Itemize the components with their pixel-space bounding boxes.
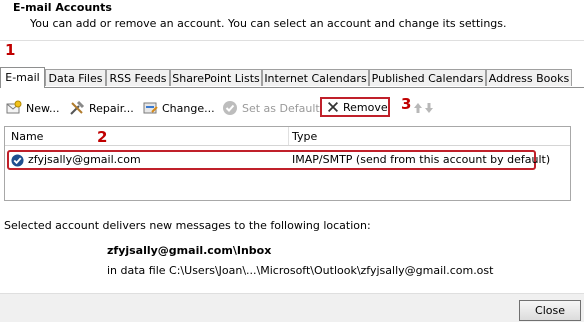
repair-button[interactable]: Repair... [69, 98, 134, 118]
page-title: E-mail Accounts [13, 1, 112, 14]
tab-email[interactable]: E-mail [0, 67, 45, 88]
account-list: Name Type 2 zfyjsally@gmail.com IMAP/SMT… [4, 126, 571, 201]
list-header: Name Type [5, 127, 570, 146]
new-button-label: New... [26, 101, 60, 115]
footer: Close [0, 293, 584, 322]
move-up-arrow-icon[interactable] [413, 102, 423, 114]
header: E-mail Accounts You can add or remove an… [0, 0, 584, 41]
annotation-step-1: 1 [5, 41, 16, 59]
account-type: IMAP/SMTP (send from this account by def… [292, 153, 551, 166]
delivery-label: Selected account delivers new messages t… [4, 219, 371, 232]
tab-address-books[interactable]: Address Books [486, 69, 572, 86]
change-button[interactable]: Change... [142, 98, 215, 118]
page-description: You can add or remove an account. You ca… [30, 17, 507, 30]
tab-internet-calendars[interactable]: Internet Calendars [262, 69, 369, 86]
column-header-type[interactable]: Type [292, 130, 317, 143]
repair-tools-icon [70, 100, 85, 115]
set-as-default-button[interactable]: Set as Default [222, 98, 320, 118]
tab-rss-feeds[interactable]: RSS Feeds [106, 69, 170, 86]
change-settings-icon [143, 102, 158, 114]
checkmark-icon [223, 101, 237, 115]
account-name: zfyjsally@gmail.com [28, 153, 141, 166]
remove-button-label: Remove [343, 100, 388, 114]
delivery-inbox-path: zfyjsally@gmail.com\Inbox [107, 244, 272, 257]
repair-button-label: Repair... [89, 101, 134, 115]
annotation-step-2: 2 [97, 128, 108, 146]
change-button-label: Change... [162, 101, 215, 115]
toolbar: New... Repair... Change... Set as Defaul… [0, 95, 584, 121]
tab-bar: E-mail Data Files RSS Feeds SharePoint L… [0, 67, 584, 88]
move-down-arrow-icon[interactable] [424, 102, 434, 114]
tab-published-calendars[interactable]: Published Calendars [369, 69, 486, 86]
column-divider [288, 127, 289, 145]
remove-button[interactable]: Remove [320, 97, 390, 117]
list-item[interactable]: zfyjsally@gmail.com IMAP/SMTP (send from… [7, 150, 550, 170]
tab-data-files[interactable]: Data Files [45, 69, 106, 86]
tab-sharepoint-lists[interactable]: SharePoint Lists [170, 69, 262, 86]
new-button[interactable]: New... [6, 98, 59, 118]
set-as-default-label: Set as Default [242, 101, 320, 115]
new-account-icon [6, 100, 22, 114]
annotation-step-3: 3 [401, 95, 412, 113]
column-header-name[interactable]: Name [11, 130, 43, 143]
delivery-data-file: in data file C:\Users\Joan\...\Microsoft… [107, 264, 494, 277]
default-account-check-icon [11, 154, 24, 167]
remove-x-icon [328, 102, 338, 112]
close-button[interactable]: Close [519, 300, 581, 321]
